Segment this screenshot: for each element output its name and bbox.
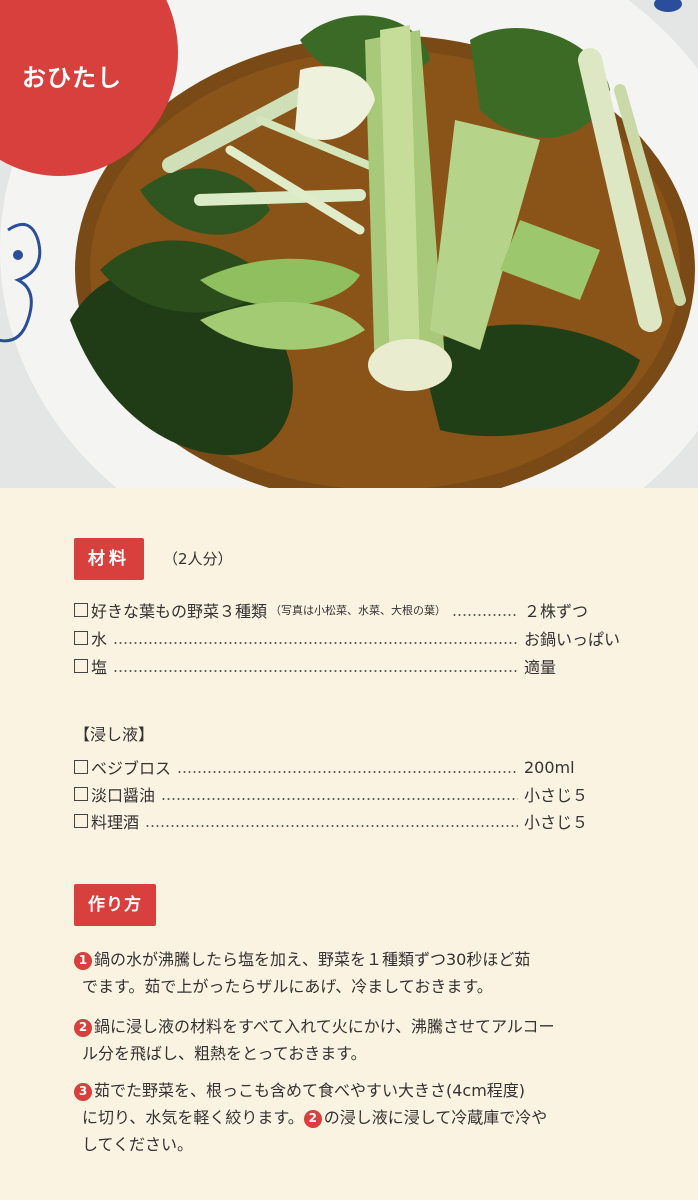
dish-photo: おひたし — [0, 0, 698, 488]
step-text: 鍋の水が沸騰したら塩を加え、野菜を１種類ずつ30秒ほど茹 — [94, 950, 531, 969]
checkbox-icon — [74, 760, 88, 774]
marinade-name: 淡口醤油 — [91, 786, 156, 805]
leader-dots — [161, 798, 518, 800]
marinade-row: ベジブロス 200ml — [74, 755, 634, 779]
leader-dots — [452, 614, 518, 616]
recipe-content: 材料 （2人分） 好きな葉もの野菜３種類 （写真は小松菜、水菜、大根の葉） ２株… — [0, 488, 698, 1200]
leader-dots — [145, 825, 518, 827]
marinade-name: ベジブロス — [91, 759, 172, 778]
step-text: 鍋に浸し液の材料をすべて入れて火にかけ、沸騰させてアルコー — [94, 1017, 555, 1036]
leader-dots — [113, 670, 518, 672]
servings: （2人分） — [163, 550, 233, 568]
marinade-amount: 小さじ５ — [524, 786, 589, 805]
step-number-icon: 2 — [74, 1018, 92, 1037]
checkbox-icon — [74, 631, 88, 645]
method-step: 3 茹でた野菜を、根っこも含めて食べやすい大きさ(4cm程度) に切り、水気を軽く… — [74, 1077, 634, 1158]
marinade-name: 料理酒 — [91, 813, 140, 832]
method-step: 1 鍋の水が沸騰したら塩を加え、野菜を１種類ずつ30秒ほど茹 でます。茹で上がった… — [74, 946, 634, 1000]
step-number-icon: 3 — [74, 1082, 92, 1101]
ingredient-row: 好きな葉もの野菜３種類 （写真は小松菜、水菜、大根の葉） ２株ずつ — [74, 598, 634, 622]
marinade-amount: 小さじ５ — [524, 813, 589, 832]
checkbox-icon — [74, 659, 88, 673]
ingredient-name: 水 — [91, 630, 108, 649]
ingredient-row: 塩 適量 — [74, 654, 634, 678]
checkbox-icon — [74, 814, 88, 828]
step-text: の浸し液に浸して冷蔵庫で冷や — [323, 1108, 548, 1127]
marinade-amount: 200ml — [524, 757, 575, 777]
method-heading: 作り方 — [74, 884, 156, 926]
checkbox-icon — [74, 603, 88, 617]
leader-dots — [113, 642, 518, 644]
step-text: してください。 — [82, 1135, 194, 1154]
method-step: 2 鍋に浸し液の材料をすべて入れて火にかけ、沸騰させてアルコー ル分を飛ばし、粗熱… — [74, 1013, 634, 1067]
step-reference-icon: 2 — [303, 1109, 322, 1128]
marinade-row: 淡口醤油 小さじ５ — [74, 782, 634, 806]
ingredient-note: （写真は小松菜、水菜、大根の葉） — [270, 604, 447, 617]
leader-dots — [177, 771, 518, 773]
ingredient-row: 水 お鍋いっぱい — [74, 626, 634, 650]
step-text: に切り、水気を軽く絞ります。 — [82, 1108, 304, 1127]
ingredients-heading: 材料 — [74, 538, 144, 580]
dish-title: おひたし — [22, 64, 122, 92]
marinade-row: 料理酒 小さじ５ — [74, 809, 634, 833]
ingredient-amount: 適量 — [524, 658, 557, 677]
step-text: 茹でた野菜を、根っこも含めて食べやすい大きさ(4cm程度) — [94, 1081, 526, 1100]
step-text: ル分を飛ばし、粗熱をとっておきます。 — [82, 1044, 367, 1063]
ingredient-name: 塩 — [91, 658, 108, 677]
ingredient-amount: ２株ずつ — [524, 602, 589, 621]
step-text: でます。茹で上がったらザルにあげ、冷ましておきます。 — [82, 977, 493, 996]
marinade-heading: 【浸し液】 — [74, 725, 155, 744]
step-number-icon: 1 — [74, 951, 92, 970]
ingredient-name: 好きな葉もの野菜３種類 — [91, 602, 268, 621]
checkbox-icon — [74, 787, 88, 801]
ingredient-amount: お鍋いっぱい — [524, 630, 621, 649]
